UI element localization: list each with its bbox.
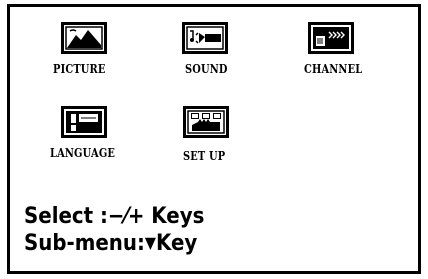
menu-label-setup[interactable]: SET UP — [183, 149, 225, 163]
setup-icon[interactable] — [183, 106, 229, 138]
menu-label-channel[interactable]: CHANNEL — [304, 62, 362, 76]
submenu-label: Sub-menu: — [24, 231, 145, 256]
language-icon[interactable] — [61, 106, 107, 138]
select-keys-text: Select :−⁄+ Keys — [24, 204, 205, 229]
menu-label-language[interactable]: LANGUAGE — [50, 146, 115, 160]
channel-icon[interactable] — [308, 22, 354, 54]
select-keys-hint: Select :−⁄+ Keys — [24, 205, 204, 229]
down-arrow-icon: ▼ — [144, 233, 157, 252]
menu-label-picture[interactable]: PICTURE — [53, 62, 106, 76]
sound-icon[interactable] — [182, 22, 228, 54]
submenu-key-label: Key — [156, 231, 198, 256]
menu-label-sound[interactable]: SOUND — [185, 62, 228, 76]
picture-icon[interactable] — [61, 22, 107, 54]
submenu-key-hint: Sub-menu:▼Key — [24, 231, 197, 256]
